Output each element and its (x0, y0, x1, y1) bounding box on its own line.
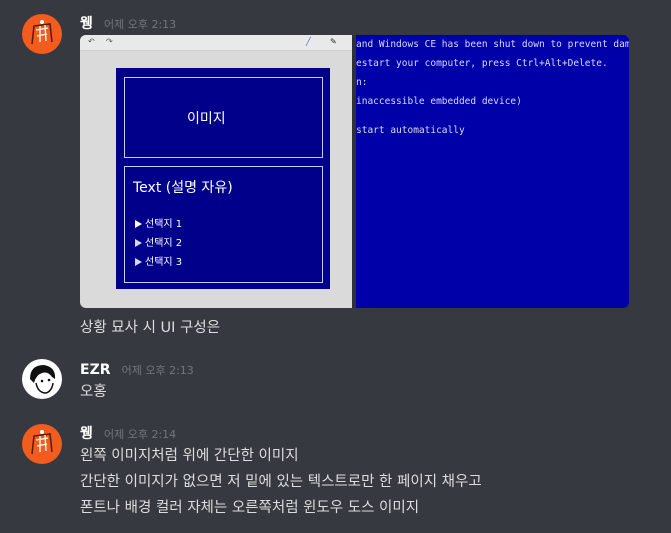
sketch-image[interactable]: ↶ ↷ ╱ ✎ 이미지 Text (설명 자유) 선택지 1 선택지 2 선택지… (80, 35, 352, 308)
bsod-text-line: and Windows CE has been shut down to pre… (356, 39, 629, 50)
message-header: 웽 어제 오후 2:14 (80, 423, 176, 443)
timestamp: 어제 오후 2:13 (103, 18, 177, 31)
triangle-icon (135, 258, 142, 266)
bsod-image[interactable]: and Windows CE has been shut down to pre… (356, 35, 629, 308)
image-label: 이미지 (187, 111, 226, 127)
message-text: 오홍 (80, 384, 107, 400)
timestamp: 어제 오후 2:14 (103, 428, 177, 441)
bsod-text-line: inaccessible embedded device) (356, 96, 522, 107)
username[interactable]: EZR (80, 362, 111, 378)
bsod-text-line: start automatically (356, 125, 465, 136)
message-text: 상황 묘사 시 UI 구성은 (80, 320, 221, 336)
avatar-doodle-icon (31, 20, 53, 45)
message-text: 왼쪽 이미지처럼 위에 간단한 이미지 (80, 448, 299, 464)
image-attachment[interactable]: ↶ ↷ ╱ ✎ 이미지 Text (설명 자유) 선택지 1 선택지 2 선택지… (80, 35, 629, 308)
avatar-face-icon (30, 365, 56, 394)
filled-triangle-icon (135, 220, 142, 228)
choice-item: 선택지 1 (135, 215, 182, 230)
brush-icon: ✎ (330, 37, 337, 46)
triangle-icon (135, 239, 142, 247)
username[interactable]: 웽 (80, 16, 93, 32)
username[interactable]: 웽 (80, 426, 93, 442)
avatar-doodle-icon (31, 430, 53, 455)
sketch-toolbar: ↶ ↷ ╱ ✎ (80, 35, 352, 51)
avatar[interactable] (22, 14, 62, 54)
bsod-text-line: n: (356, 77, 368, 88)
image-area-box: 이미지 (124, 77, 323, 158)
sketch-canvas: 이미지 Text (설명 자유) 선택지 1 선택지 2 선택지 3 (116, 68, 330, 289)
message-text: 폰트나 배경 컬러 자체는 오른쪽처럼 윈도우 도스 이미지 (80, 500, 420, 516)
text-area-box: Text (설명 자유) 선택지 1 선택지 2 선택지 3 (124, 166, 323, 283)
avatar[interactable] (22, 359, 62, 399)
message-header: EZR 어제 오후 2:13 (80, 359, 194, 379)
bsod-text-line: estart your computer, press Ctrl+Alt+Del… (356, 58, 608, 69)
pen-icon: ╱ (306, 37, 311, 46)
message-header: 웽 어제 오후 2:13 (80, 13, 176, 33)
avatar[interactable] (22, 424, 62, 464)
redo-icon: ↷ (106, 37, 113, 46)
choice-item: 선택지 2 (135, 234, 182, 249)
text-label: Text (설명 자유) (133, 180, 233, 196)
message-text: 간단한 이미지가 없으면 저 밑에 있는 텍스트로만 한 페이지 채우고 (80, 474, 482, 490)
choice-item: 선택지 3 (135, 253, 182, 268)
timestamp: 어제 오후 2:13 (121, 364, 194, 377)
undo-icon: ↶ (88, 37, 95, 46)
